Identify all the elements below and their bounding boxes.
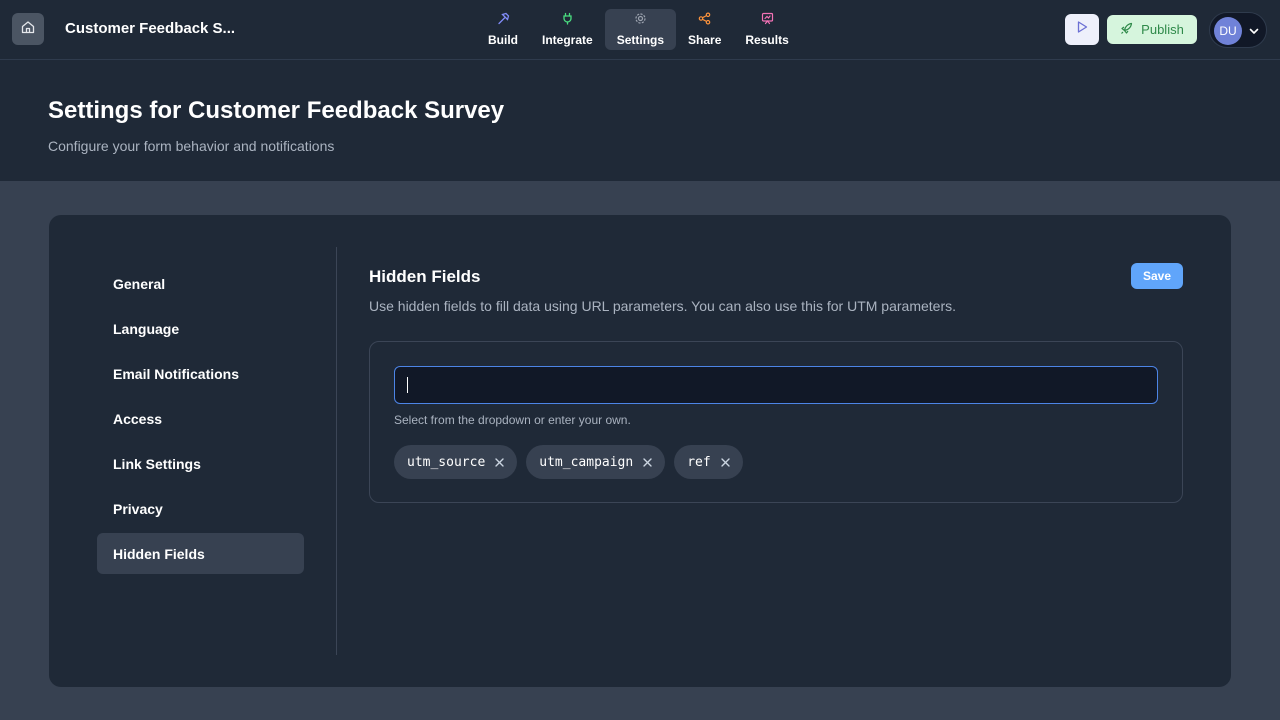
sidebar-item-label: Hidden Fields — [113, 545, 205, 562]
page-subtitle: Configure your form behavior and notific… — [48, 138, 335, 154]
tag-chip: utm_campaign — [526, 445, 666, 479]
sidebar-item-general[interactable]: General — [97, 263, 304, 304]
text-cursor — [407, 377, 408, 393]
tag-label: ref — [687, 454, 711, 470]
sidebar-item-hidden-fields[interactable]: Hidden Fields — [97, 533, 304, 574]
page-title: Settings for Customer Feedback Survey — [48, 97, 505, 124]
tag-chip: utm_source — [394, 445, 518, 479]
chevron-down-icon — [1248, 24, 1260, 42]
gear-icon — [634, 12, 647, 33]
page-header: Settings for Customer Feedback Survey Co… — [0, 60, 1280, 181]
publish-label: Publish — [1141, 22, 1184, 37]
sidebar-item-label: Access — [113, 410, 163, 427]
tab-share[interactable]: Share — [676, 9, 733, 50]
home-icon — [21, 20, 35, 39]
tab-results[interactable]: Results — [733, 9, 800, 50]
close-icon[interactable] — [720, 457, 730, 467]
sidebar-item-language[interactable]: Language — [97, 308, 304, 349]
rocket-icon — [1120, 22, 1133, 38]
home-button[interactable] — [12, 13, 44, 45]
tag-list: utm_source utm_campaign ref — [394, 445, 743, 479]
presentation-icon — [761, 12, 774, 33]
tab-build-label: Build — [488, 33, 518, 47]
tab-integrate-label: Integrate — [542, 33, 593, 47]
form-title: Customer Feedback S... — [65, 20, 236, 37]
helper-text: Select from the dropdown or enter your o… — [394, 413, 631, 427]
tag-label: utm_source — [407, 454, 486, 470]
user-menu[interactable]: DU — [1209, 12, 1267, 48]
close-icon[interactable] — [643, 457, 652, 467]
sidebar-item-access[interactable]: Access — [97, 398, 304, 439]
publish-button[interactable]: Publish — [1107, 15, 1197, 44]
share-icon — [698, 12, 711, 33]
tab-results-label: Results — [745, 33, 789, 47]
preview-button[interactable] — [1065, 14, 1099, 45]
tab-integrate[interactable]: Integrate — [530, 9, 605, 50]
tag-label: utm_campaign — [539, 454, 634, 470]
section-title: Hidden Fields — [369, 267, 481, 286]
tag-chip: ref — [674, 445, 743, 479]
sidebar-item-label: General — [113, 275, 166, 292]
sidebar-item-label: Email Notifications — [113, 365, 240, 382]
main-nav: Build Integrate Settings Share Results — [476, 9, 801, 50]
hammer-icon — [497, 12, 510, 33]
sidebar-item-label: Language — [113, 320, 180, 337]
sidebar-item-label: Privacy — [113, 500, 163, 517]
save-button[interactable]: Save — [1131, 263, 1183, 289]
hidden-fields-box: Select from the dropdown or enter your o… — [369, 341, 1183, 503]
tab-share-label: Share — [688, 33, 722, 47]
sidebar-divider — [336, 247, 337, 655]
play-icon — [1075, 20, 1089, 39]
close-icon[interactable] — [495, 457, 504, 467]
tab-settings-label: Settings — [616, 33, 665, 47]
avatar: DU — [1214, 17, 1242, 45]
settings-card: General Language Email Notifications Acc… — [49, 215, 1231, 687]
tab-settings[interactable]: Settings — [604, 9, 677, 50]
sidebar-item-label: Link Settings — [113, 455, 201, 472]
plug-icon — [561, 12, 574, 33]
tab-build[interactable]: Build — [476, 9, 530, 50]
hidden-field-input[interactable] — [394, 366, 1158, 404]
sidebar-item-privacy[interactable]: Privacy — [97, 488, 304, 529]
section-description: Use hidden fields to fill data using URL… — [369, 298, 956, 314]
top-bar: Customer Feedback S... Build Integrate S… — [0, 0, 1280, 60]
sidebar-item-email-notifications[interactable]: Email Notifications — [97, 353, 304, 394]
sidebar-item-link-settings[interactable]: Link Settings — [97, 443, 304, 484]
